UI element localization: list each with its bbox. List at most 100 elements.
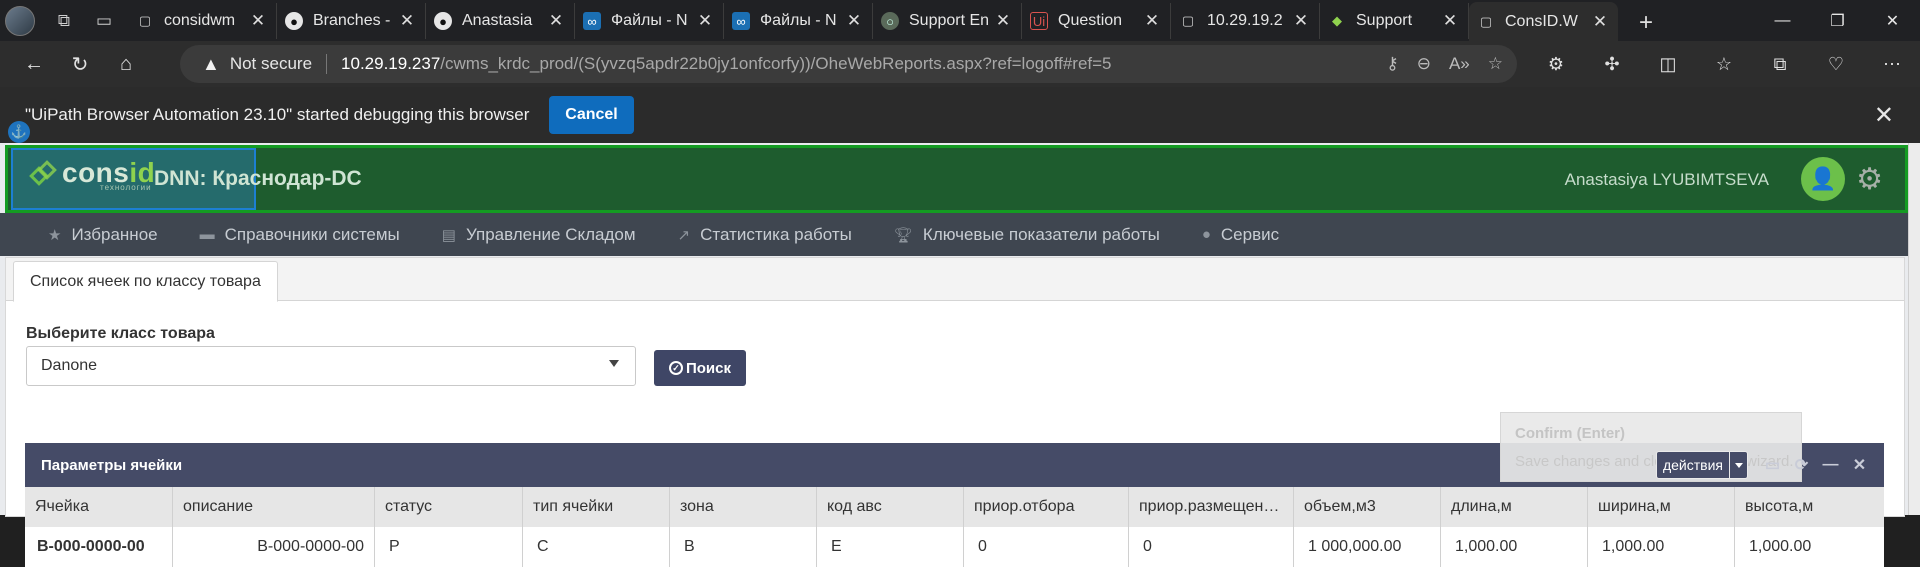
- close-icon[interactable]: ✕: [1291, 11, 1311, 31]
- key-icon[interactable]: ⚷: [1386, 54, 1398, 74]
- column-header[interactable]: длина,м: [1441, 487, 1588, 527]
- column-header[interactable]: приор.отбора: [964, 487, 1129, 527]
- url-path: /cwms_krdc_prod/(S(yvzq5apdr22b0jy1onfco…: [440, 54, 1112, 73]
- close-window-icon[interactable]: ✕: [1865, 0, 1920, 41]
- gear-icon[interactable]: ⚙: [1856, 162, 1883, 197]
- column-header[interactable]: приор.размещен…: [1129, 487, 1294, 527]
- column-header[interactable]: описание: [173, 487, 375, 527]
- column-header[interactable]: статус: [375, 487, 523, 527]
- close-icon[interactable]: ✕: [1440, 11, 1460, 31]
- settings-gear-icon[interactable]: ⚙: [1528, 54, 1584, 75]
- minimize-icon[interactable]: —: [1755, 0, 1810, 41]
- trophy-icon: 🏆︎: [893, 226, 913, 244]
- tab-files-2[interactable]: ∞ Файлы - N ✕: [724, 3, 873, 39]
- user-name[interactable]: Anastasiya LYUBIMTSEVA: [1565, 170, 1769, 190]
- warning-icon: ▲: [202, 53, 220, 74]
- anchor-icon[interactable]: ⚓: [8, 121, 30, 143]
- split-screen-icon[interactable]: ◫: [1640, 54, 1696, 75]
- tab-consid-active[interactable]: ▢ ConsID.W ✕: [1469, 2, 1618, 41]
- logo-mark-icon: [29, 160, 57, 191]
- close-icon[interactable]: ✕: [1874, 101, 1894, 130]
- info-icon: ●: [1201, 226, 1211, 243]
- tab-title: Support En: [909, 12, 990, 29]
- refresh-icon[interactable]: ⟳: [1787, 455, 1816, 475]
- page-scrollbar[interactable]: [1908, 143, 1920, 515]
- close-icon[interactable]: ✕: [1142, 11, 1162, 31]
- tab-files-1[interactable]: ∞ Файлы - N ✕: [575, 3, 724, 39]
- tab-cell-list[interactable]: Список ячеек по классу товара: [13, 261, 278, 302]
- menu-item-label: Статистика работы: [700, 224, 852, 244]
- menu-item-favorites[interactable]: ★ Избранное: [48, 225, 158, 245]
- menu-item-service[interactable]: ● Сервис: [1202, 225, 1279, 245]
- menu-item-warehouse[interactable]: ▤ Управление Складом: [442, 225, 636, 245]
- favorite-star-icon[interactable]: ☆: [1488, 54, 1503, 74]
- column-header[interactable]: объем,м3: [1294, 487, 1441, 527]
- tab-title: Question: [1058, 12, 1123, 29]
- close-icon[interactable]: ✕: [1845, 455, 1874, 475]
- read-aloud-icon[interactable]: A»: [1449, 54, 1470, 74]
- close-icon[interactable]: ✕: [248, 11, 268, 31]
- actions-dropdown[interactable]: действия: [1655, 451, 1748, 479]
- favorites-icon[interactable]: ☆: [1696, 54, 1752, 75]
- column-header[interactable]: зона: [670, 487, 817, 527]
- zoom-out-icon[interactable]: ⊖: [1417, 54, 1431, 74]
- close-icon[interactable]: ✕: [993, 11, 1013, 31]
- collapse-icon[interactable]: —: [1816, 456, 1845, 474]
- chevron-down-icon[interactable]: [1729, 452, 1747, 478]
- address-input[interactable]: ▲ Not secure 10.29.19.237 /cwms_krdc_pro…: [180, 45, 1517, 83]
- close-icon[interactable]: ✕: [695, 11, 715, 31]
- table-cell: B-000-0000-00: [25, 527, 173, 567]
- close-icon[interactable]: ✕: [546, 11, 566, 31]
- browser-essentials-icon[interactable]: ♡: [1808, 54, 1864, 75]
- column-header[interactable]: код авс: [817, 487, 964, 527]
- product-class-select[interactable]: Danone: [26, 346, 636, 386]
- grid-header: Ячейка описание статус тип ячейки зона к…: [25, 487, 1884, 527]
- tab-support-en[interactable]: ○ Support En ✕: [873, 3, 1022, 39]
- tab-actions-icon[interactable]: ▭: [86, 3, 122, 39]
- column-header[interactable]: ширина,м: [1588, 487, 1735, 527]
- menu-item-statistics[interactable]: ↗ Статистика работы: [678, 225, 852, 245]
- uipath-icon: Ui: [1030, 12, 1048, 30]
- close-icon[interactable]: ✕: [397, 11, 417, 31]
- tab-ip[interactable]: ▢ 10.29.19.2 ✕: [1171, 3, 1320, 39]
- page-icon: ▢: [1479, 13, 1493, 29]
- tab-question[interactable]: Ui Question ✕: [1022, 3, 1171, 39]
- search-button[interactable]: ✓ Поиск: [654, 350, 746, 386]
- close-icon[interactable]: ✕: [844, 11, 864, 31]
- menu-item-kpi[interactable]: 🏆︎ Ключевые показатели работы: [894, 225, 1160, 245]
- table-cell: 1 000,000.00: [1294, 527, 1441, 567]
- workspaces-icon[interactable]: ⧉: [46, 3, 82, 39]
- cancel-button[interactable]: Cancel: [549, 96, 634, 134]
- new-tab-button[interactable]: +: [1626, 5, 1666, 41]
- tab-branches[interactable]: ● Branches - ✕: [277, 3, 426, 39]
- column-header[interactable]: тип ячейки: [523, 487, 670, 527]
- page-tabs: Список ячеек по классу товара: [6, 258, 1904, 302]
- column-header[interactable]: высота,м: [1735, 487, 1884, 527]
- close-icon[interactable]: ✕: [1590, 12, 1610, 32]
- table-row[interactable]: B-000-0000-00 B-000-0000-00 P C B E 0 0 …: [25, 527, 1884, 567]
- consid-logo[interactable]: consid технологии: [29, 159, 155, 192]
- more-menu-icon[interactable]: ⋯: [1864, 54, 1920, 75]
- site-title: DNN: Краснодар-DC: [154, 167, 362, 190]
- export-icon[interactable]: ▭: [1758, 455, 1787, 475]
- refresh-icon[interactable]: ↻: [58, 42, 102, 86]
- restore-icon[interactable]: ❐: [1810, 0, 1865, 41]
- back-icon[interactable]: ←: [12, 42, 56, 86]
- tab-anastasia[interactable]: ● Anastasia ✕: [426, 3, 575, 39]
- search-button-label: Поиск: [685, 359, 731, 377]
- column-header[interactable]: Ячейка: [25, 487, 173, 527]
- content-area: Список ячеек по классу товара Выберите к…: [5, 257, 1905, 567]
- actions-label: действия: [1662, 457, 1723, 473]
- menu-item-label: Сервис: [1220, 224, 1280, 244]
- menu-item-directories[interactable]: ▬ Справочники системы: [200, 225, 400, 245]
- extensions-icon[interactable]: ✣: [1584, 54, 1640, 75]
- security-label[interactable]: Not secure: [230, 54, 312, 74]
- panel-title: Параметры ячейки: [41, 456, 183, 474]
- user-avatar-icon[interactable]: 👤: [1801, 157, 1845, 201]
- home-icon[interactable]: ⌂: [104, 42, 148, 86]
- tab-considwm[interactable]: ▢ considwm ✕: [128, 3, 277, 39]
- profile-button[interactable]: [0, 0, 40, 41]
- tab-support[interactable]: ◆ Support ✕: [1320, 3, 1469, 39]
- selected-value: Danone: [41, 357, 98, 374]
- collections-icon[interactable]: ⧉: [1752, 54, 1808, 75]
